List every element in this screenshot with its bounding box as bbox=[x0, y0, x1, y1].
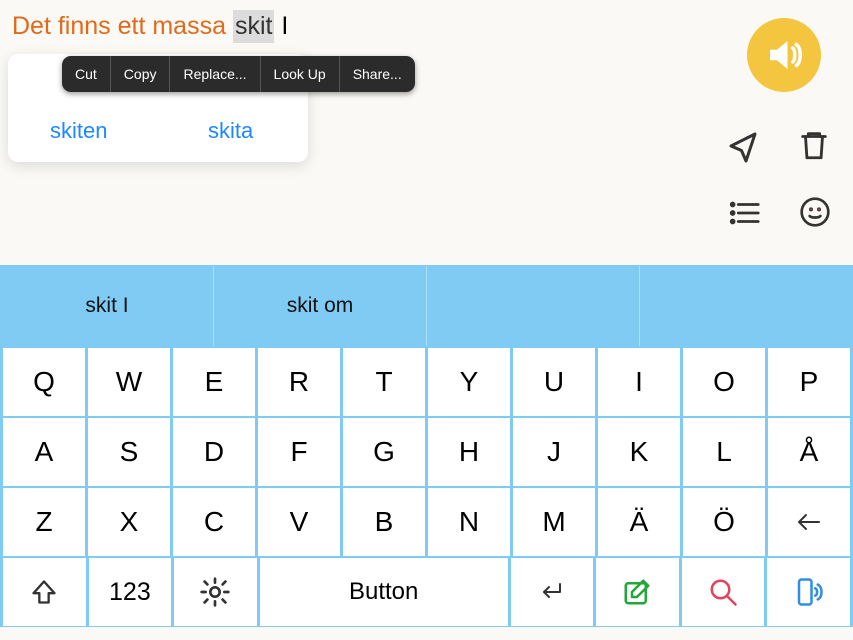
key-settings[interactable] bbox=[174, 558, 257, 626]
key-shift[interactable] bbox=[3, 558, 86, 626]
key-v[interactable]: V bbox=[258, 488, 340, 556]
delete-button[interactable] bbox=[797, 128, 831, 167]
list-icon bbox=[727, 196, 761, 230]
key-z[interactable]: Z bbox=[3, 488, 85, 556]
key-k[interactable]: K bbox=[598, 418, 680, 486]
key-oe[interactable]: Ö bbox=[683, 488, 765, 556]
key-i[interactable]: I bbox=[598, 348, 680, 416]
share-button[interactable] bbox=[725, 128, 761, 169]
key-return[interactable] bbox=[511, 558, 594, 626]
key-a[interactable]: A bbox=[3, 418, 85, 486]
key-w[interactable]: W bbox=[88, 348, 170, 416]
sentence-display: Det finns ett massa skit I bbox=[12, 10, 841, 43]
ctx-cut[interactable]: Cut bbox=[62, 56, 111, 92]
key-ae[interactable]: Ä bbox=[598, 488, 680, 556]
key-g[interactable]: G bbox=[343, 418, 425, 486]
key-x[interactable]: X bbox=[88, 488, 170, 556]
prediction-cell[interactable] bbox=[640, 266, 852, 346]
key-f[interactable]: F bbox=[258, 418, 340, 486]
key-space[interactable]: Button bbox=[260, 558, 508, 626]
key-s[interactable]: S bbox=[88, 418, 170, 486]
ctx-copy[interactable]: Copy bbox=[111, 56, 171, 92]
key-t[interactable]: T bbox=[343, 348, 425, 416]
key-b[interactable]: B bbox=[343, 488, 425, 556]
key-j[interactable]: J bbox=[513, 418, 595, 486]
key-backspace[interactable] bbox=[768, 488, 850, 556]
ctx-lookup[interactable]: Look Up bbox=[261, 56, 340, 92]
suggestion-item[interactable]: skiten bbox=[50, 118, 107, 144]
gear-icon bbox=[199, 576, 231, 608]
key-c[interactable]: C bbox=[173, 488, 255, 556]
key-q[interactable]: Q bbox=[3, 348, 85, 416]
device-sound-icon bbox=[794, 575, 824, 609]
key-m[interactable]: M bbox=[513, 488, 595, 556]
key-h[interactable]: H bbox=[428, 418, 510, 486]
key-search[interactable] bbox=[682, 558, 765, 626]
compose-icon bbox=[622, 577, 652, 607]
share-icon bbox=[725, 128, 761, 164]
key-r[interactable]: R bbox=[258, 348, 340, 416]
sentence-suffix: I bbox=[274, 12, 288, 40]
prediction-bar: skit I skit om bbox=[0, 265, 853, 347]
list-button[interactable] bbox=[727, 196, 761, 235]
ctx-share[interactable]: Share... bbox=[340, 56, 415, 92]
sentence-highlight[interactable]: skit bbox=[233, 10, 275, 43]
prediction-cell[interactable] bbox=[427, 266, 640, 346]
key-y[interactable]: Y bbox=[428, 348, 510, 416]
key-compose[interactable] bbox=[596, 558, 679, 626]
key-e[interactable]: E bbox=[173, 348, 255, 416]
shift-icon bbox=[30, 578, 58, 606]
ctx-replace[interactable]: Replace... bbox=[170, 56, 260, 92]
return-icon bbox=[536, 580, 568, 604]
sentence-prefix: Det finns ett massa bbox=[12, 12, 233, 40]
key-device-speak[interactable] bbox=[767, 558, 850, 626]
key-aa[interactable]: Å bbox=[768, 418, 850, 486]
backspace-icon bbox=[792, 510, 826, 534]
key-l[interactable]: L bbox=[683, 418, 765, 486]
prediction-cell[interactable]: skit I bbox=[1, 266, 214, 346]
key-u[interactable]: U bbox=[513, 348, 595, 416]
keyboard: Q W E R T Y U I O P A S D F G H J K L Å … bbox=[0, 347, 853, 627]
emoji-button[interactable] bbox=[799, 196, 831, 233]
key-o[interactable]: O bbox=[683, 348, 765, 416]
key-p[interactable]: P bbox=[768, 348, 850, 416]
key-numbers[interactable]: 123 bbox=[89, 558, 172, 626]
text-context-menu: Cut Copy Replace... Look Up Share... bbox=[62, 56, 415, 92]
smile-icon bbox=[799, 196, 831, 228]
key-n[interactable]: N bbox=[428, 488, 510, 556]
suggestion-item[interactable]: skita bbox=[208, 118, 253, 144]
speak-button[interactable] bbox=[747, 18, 821, 92]
prediction-cell[interactable]: skit om bbox=[214, 266, 427, 346]
key-d[interactable]: D bbox=[173, 418, 255, 486]
search-icon bbox=[708, 577, 738, 607]
speaker-icon bbox=[763, 34, 805, 76]
trash-icon bbox=[797, 128, 831, 162]
